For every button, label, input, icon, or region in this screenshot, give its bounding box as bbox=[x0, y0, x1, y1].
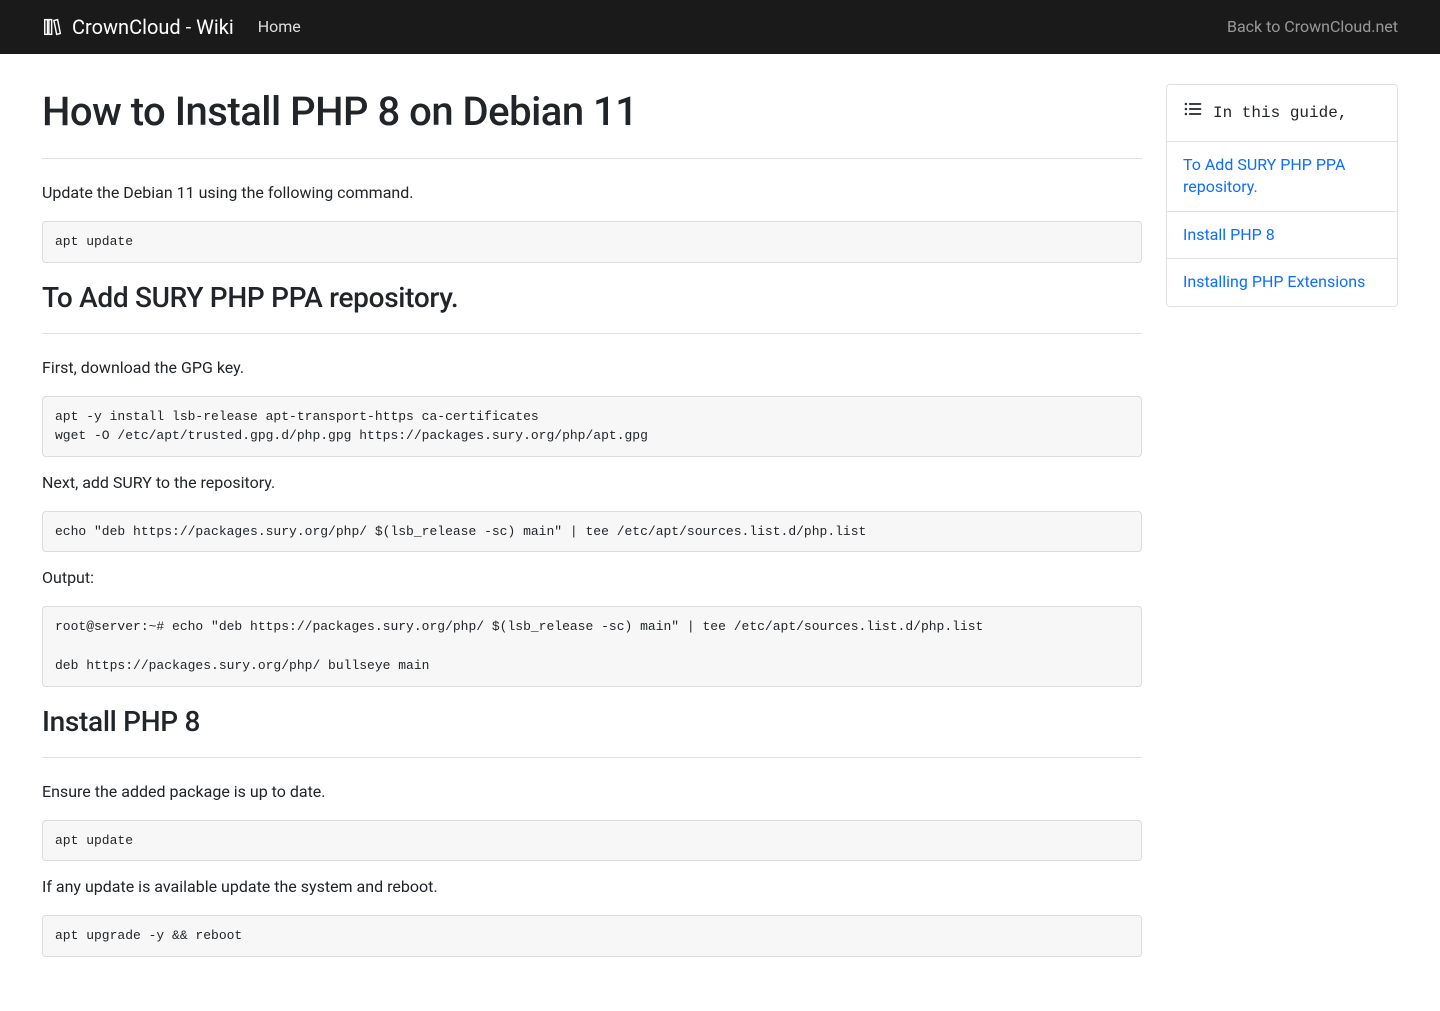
code-block: apt update bbox=[42, 820, 1142, 862]
nav-back[interactable]: Back to CrownCloud.net bbox=[1227, 15, 1398, 39]
divider bbox=[42, 333, 1142, 334]
paragraph: Update the Debian 11 using the following… bbox=[42, 181, 1142, 205]
divider bbox=[42, 158, 1142, 159]
toc-item[interactable]: Installing PHP Extensions bbox=[1167, 259, 1397, 305]
toc-header: In this guide, bbox=[1167, 85, 1397, 142]
books-icon bbox=[42, 16, 64, 38]
toc: In this guide, To Add SURY PHP PPA repos… bbox=[1166, 84, 1398, 307]
navbar: CrownCloud - Wiki Home Back to CrownClou… bbox=[0, 0, 1440, 54]
paragraph: Output: bbox=[42, 566, 1142, 590]
brand-text: CrownCloud - Wiki bbox=[72, 12, 234, 42]
code-block: echo "deb https://packages.sury.org/php/… bbox=[42, 511, 1142, 553]
paragraph: Next, add SURY to the repository. bbox=[42, 471, 1142, 495]
brand-link[interactable]: CrownCloud - Wiki bbox=[42, 12, 234, 42]
paragraph: Ensure the added package is up to date. bbox=[42, 780, 1142, 804]
main-content: How to Install PHP 8 on Debian 11 Update… bbox=[42, 74, 1142, 971]
code-block: root@server:~# echo "deb https://package… bbox=[42, 606, 1142, 687]
sidebar: In this guide, To Add SURY PHP PPA repos… bbox=[1166, 84, 1398, 307]
code-block: apt -y install lsb-release apt-transport… bbox=[42, 396, 1142, 457]
section-heading-install: Install PHP 8 bbox=[42, 701, 1142, 743]
navbar-left: CrownCloud - Wiki Home bbox=[42, 12, 301, 42]
nav-home[interactable]: Home bbox=[258, 15, 301, 39]
toc-item[interactable]: Install PHP 8 bbox=[1167, 212, 1397, 259]
toc-title: In this guide, bbox=[1213, 101, 1347, 125]
toc-item[interactable]: To Add SURY PHP PPA repository. bbox=[1167, 142, 1397, 212]
divider bbox=[42, 757, 1142, 758]
paragraph: First, download the GPG key. bbox=[42, 356, 1142, 380]
container: How to Install PHP 8 on Debian 11 Update… bbox=[0, 54, 1440, 1011]
list-icon bbox=[1183, 99, 1203, 127]
page-title: How to Install PHP 8 on Debian 11 bbox=[42, 82, 1142, 142]
section-heading-sury: To Add SURY PHP PPA repository. bbox=[42, 277, 1142, 319]
paragraph: If any update is available update the sy… bbox=[42, 875, 1142, 899]
code-block: apt upgrade -y && reboot bbox=[42, 915, 1142, 957]
code-block: apt update bbox=[42, 221, 1142, 263]
